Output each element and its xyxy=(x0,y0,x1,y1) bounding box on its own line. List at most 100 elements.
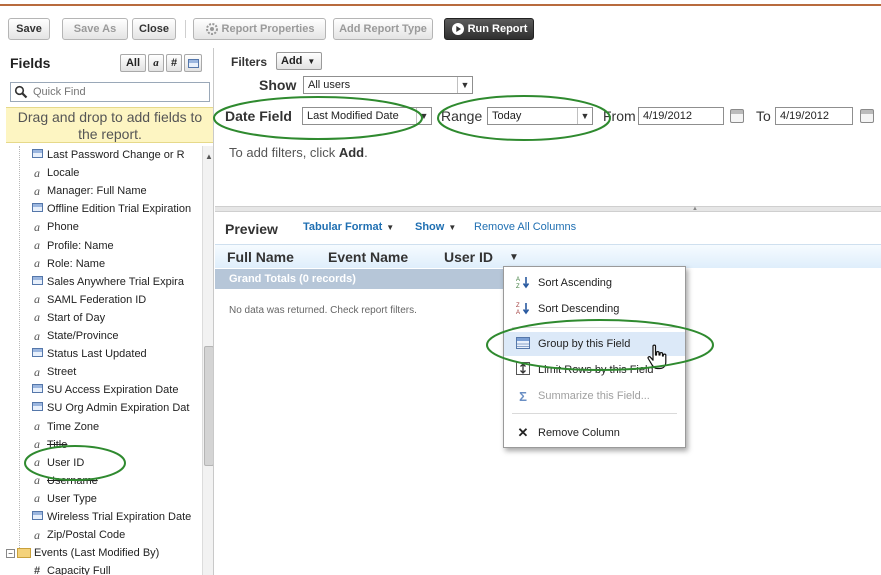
column-header-user-id[interactable]: User ID xyxy=(444,249,493,265)
menu-item-sort-ascending[interactable]: AZ Sort Ascending xyxy=(504,271,685,295)
calendar-icon[interactable] xyxy=(730,109,744,123)
field-item[interactable]: a Time Zone xyxy=(30,418,202,436)
field-item[interactable]: a Zip/Postal Code xyxy=(30,526,202,544)
field-item-label: Role: Name xyxy=(47,257,106,270)
field-item[interactable]: Offline Edition Trial Expiration xyxy=(30,200,202,218)
field-folder-events[interactable]: − Events (Last Modified By) xyxy=(6,544,202,562)
calendar-icon xyxy=(31,348,43,358)
filter-text-button[interactable]: a xyxy=(148,54,164,72)
collapse-icon[interactable]: − xyxy=(6,548,15,558)
field-item[interactable]: a Phone xyxy=(30,218,202,236)
field-item-label: Time Zone xyxy=(47,420,100,433)
field-item[interactable]: SU Org Admin Expiration Dat xyxy=(30,399,202,417)
text-field-icon: a xyxy=(34,292,40,307)
calendar-icon[interactable] xyxy=(860,109,874,123)
field-item[interactable]: a Start of Day xyxy=(30,309,202,327)
close-icon: ✕ xyxy=(517,425,529,440)
run-report-button[interactable]: Run Report xyxy=(444,18,534,40)
from-label: From xyxy=(603,108,636,124)
text-field-icon: a xyxy=(34,238,40,252)
svg-text:A: A xyxy=(516,310,520,315)
field-item[interactable]: # Capacity Full xyxy=(30,562,202,575)
save-button[interactable]: Save xyxy=(8,18,50,40)
field-item[interactable]: a User Type xyxy=(30,490,202,508)
splitter-grip-icon[interactable]: ▲ xyxy=(685,206,705,212)
add-filters-hint: To add filters, click Add. xyxy=(229,145,368,160)
calendar-icon xyxy=(31,402,43,412)
menu-item-label: Sort Descending xyxy=(538,303,620,315)
column-header-full-name[interactable]: Full Name xyxy=(227,249,294,265)
field-item-label: State/Province xyxy=(47,330,119,342)
calendar-icon xyxy=(31,203,43,213)
range-select[interactable]: Today ▼ xyxy=(487,107,593,125)
save-as-button[interactable]: Save As xyxy=(62,18,128,40)
date-field-icon xyxy=(30,384,44,396)
add-filter-button[interactable]: Add ▼ xyxy=(276,52,322,70)
quick-find-input[interactable] xyxy=(31,84,206,100)
add-report-type-button[interactable]: Add Report Type xyxy=(333,18,433,40)
filter-number-button[interactable]: # xyxy=(166,54,182,72)
drag-drop-message-line2: the report. xyxy=(78,126,142,142)
field-item[interactable]: a User ID xyxy=(30,454,202,472)
field-item[interactable]: a Locale xyxy=(30,164,202,182)
folder-icon xyxy=(17,548,31,559)
date-field-label: Date Field xyxy=(225,108,292,124)
field-item[interactable]: Wireless Trial Expiration Date xyxy=(30,508,202,526)
field-item-label: Locale xyxy=(47,167,80,180)
from-date-input[interactable]: 4/19/2012 xyxy=(638,107,724,125)
column-header-event-name[interactable]: Event Name xyxy=(328,249,408,265)
field-item[interactable]: a SAML Federation ID xyxy=(30,291,202,309)
field-item[interactable]: a Street xyxy=(30,363,202,381)
search-icon xyxy=(14,85,28,102)
filter-date-button[interactable] xyxy=(184,54,202,72)
show-dropdown[interactable]: Show ▼ xyxy=(415,221,456,233)
text-field-icon: a xyxy=(34,219,40,234)
date-field-icon xyxy=(30,348,44,360)
date-field-icon xyxy=(30,275,44,288)
field-item[interactable]: a Manager: Full Name xyxy=(30,182,202,200)
date-field-select[interactable]: Last Modified Date ▼ xyxy=(302,107,432,125)
scroll-up-arrow-icon[interactable]: ▲ xyxy=(205,152,213,161)
scroll-thumb[interactable] xyxy=(204,346,213,466)
field-item-label: Street xyxy=(47,366,77,379)
show-select[interactable]: All users ▼ xyxy=(303,76,473,94)
text-field-icon: a xyxy=(34,165,40,180)
text-field-icon: a xyxy=(34,455,40,470)
date-field-icon xyxy=(30,511,44,523)
menu-item-label: Summarize this Field... xyxy=(538,390,650,402)
tabular-format-dropdown[interactable]: Tabular Format ▼ xyxy=(303,221,394,233)
filter-all-button[interactable]: All xyxy=(120,54,146,72)
remove-all-columns-link[interactable]: Remove All Columns xyxy=(474,221,576,233)
field-item[interactable]: a Role: Name xyxy=(30,255,202,273)
close-button[interactable]: Close xyxy=(132,18,176,40)
date-field-icon xyxy=(30,402,44,414)
field-item[interactable]: Last Password Change or R xyxy=(30,146,202,164)
field-item[interactable]: a Profile: Name xyxy=(30,237,202,255)
text-field-icon: a xyxy=(34,364,40,379)
date-field-icon xyxy=(30,149,44,161)
text-field-icon: a xyxy=(34,473,40,488)
column-menu-chevron-icon[interactable]: ▼ xyxy=(509,252,519,263)
field-item[interactable]: a Username xyxy=(30,472,202,490)
field-item-label: User Type xyxy=(47,492,97,505)
quick-find-box[interactable] xyxy=(10,82,210,102)
field-item[interactable]: SU Access Expiration Date xyxy=(30,381,202,399)
preview-title: Preview xyxy=(225,221,278,237)
menu-item-summarize-field[interactable]: Σ Summarize this Field... xyxy=(504,384,685,408)
field-item[interactable]: Status Last Updated xyxy=(30,345,202,363)
menu-item-sort-descending[interactable]: ZA Sort Descending xyxy=(504,297,685,321)
gear-icon xyxy=(205,22,219,36)
date-field-icon xyxy=(30,203,44,215)
text-field-icon: a xyxy=(34,310,40,325)
fields-panel: Fields All a # Drag and drop to add fiel… xyxy=(6,48,214,575)
field-item[interactable]: a State/Province xyxy=(30,327,202,345)
hint-add-word: Add xyxy=(338,145,365,160)
fields-scrollbar[interactable]: ▲ xyxy=(202,146,213,575)
report-properties-button[interactable]: Report Properties xyxy=(193,18,326,40)
field-item-label: Offline Edition Trial Expiration xyxy=(47,203,192,216)
to-date-input[interactable]: 4/19/2012 xyxy=(775,107,853,125)
field-item[interactable]: a Title xyxy=(30,436,202,454)
menu-item-remove-column[interactable]: ✕ Remove Column xyxy=(504,421,685,445)
field-item[interactable]: Sales Anywhere Trial Expira xyxy=(30,273,202,291)
field-item-label: Sales Anywhere Trial Expira xyxy=(47,275,184,288)
